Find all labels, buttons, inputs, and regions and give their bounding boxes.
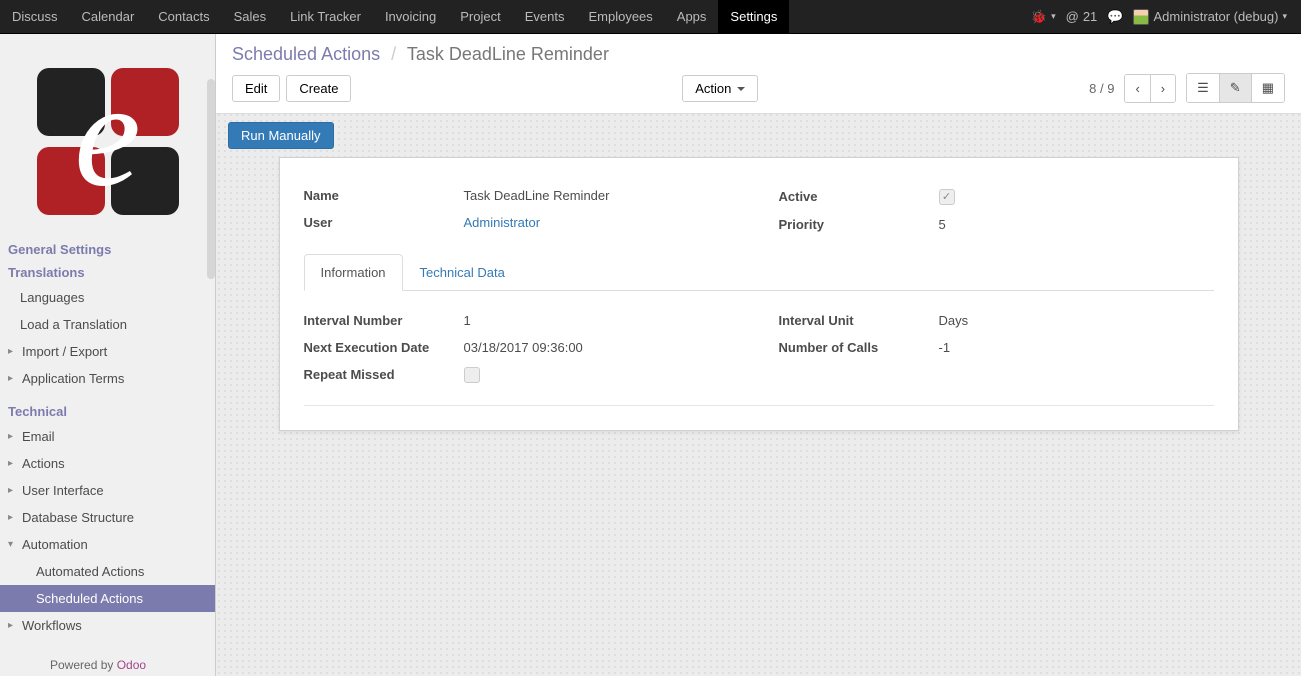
tab-content-information: Interval Number 1 Next Execution Date 03…: [304, 303, 1214, 407]
navbar-right: 🐞 ▾ @ 21 💬 Administrator (debug) ▾: [1031, 0, 1301, 33]
sidebar-scheduled-actions[interactable]: Scheduled Actions: [0, 585, 215, 612]
chevron-right-icon: ▸: [8, 512, 18, 523]
messages-icon[interactable]: @ 21: [1066, 9, 1098, 24]
value-next-execution: 03/18/2017 09:36:00: [464, 340, 739, 355]
chevron-right-icon: ▸: [8, 620, 18, 631]
nav-invoicing[interactable]: Invoicing: [373, 0, 448, 33]
view-list-button[interactable]: ☰: [1187, 74, 1220, 102]
powered-by: Powered by Odoo: [50, 658, 146, 672]
nav-menu: Discuss Calendar Contacts Sales Link Tra…: [0, 0, 789, 33]
value-interval-number: 1: [464, 313, 739, 328]
nav-sales[interactable]: Sales: [222, 0, 279, 33]
sidebar-email[interactable]: ▸Email: [0, 423, 215, 450]
value-user-link[interactable]: Administrator: [464, 215, 541, 230]
messages-count: 21: [1083, 9, 1097, 24]
label-interval-unit: Interval Unit: [779, 313, 939, 328]
nav-employees[interactable]: Employees: [576, 0, 664, 33]
chevron-right-icon: ▸: [8, 458, 18, 469]
nav-discuss[interactable]: Discuss: [0, 0, 70, 33]
user-label: Administrator (debug): [1153, 9, 1278, 24]
conversations-icon[interactable]: 💬: [1107, 9, 1123, 25]
sidebar-load-translation[interactable]: Load a Translation: [0, 311, 215, 338]
nav-events[interactable]: Events: [513, 0, 577, 33]
checkbox-active: ✓: [939, 189, 955, 205]
sidebar-database-structure[interactable]: ▸Database Structure: [0, 504, 215, 531]
nav-calendar[interactable]: Calendar: [70, 0, 147, 33]
label-number-of-calls: Number of Calls: [779, 340, 939, 355]
sidebar-automation[interactable]: ▾Automation: [0, 531, 215, 558]
create-button[interactable]: Create: [286, 75, 351, 102]
sidebar-scrollbar[interactable]: [207, 79, 215, 279]
chevron-right-icon: ▸: [8, 485, 18, 496]
sidebar-actions[interactable]: ▸Actions: [0, 450, 215, 477]
toolbar: Edit Create Action 8 / 9 ‹ › ☰ ✎ ▦: [232, 73, 1285, 113]
form-sheet: Name Task DeadLine Reminder User Adminis…: [279, 157, 1239, 431]
top-navbar: Discuss Calendar Contacts Sales Link Tra…: [0, 0, 1301, 34]
breadcrumb-parent[interactable]: Scheduled Actions: [232, 44, 380, 64]
nav-project[interactable]: Project: [448, 0, 512, 33]
nav-settings[interactable]: Settings: [718, 0, 789, 33]
view-form-button[interactable]: ✎: [1220, 74, 1252, 102]
main-content: Scheduled Actions / Task DeadLine Remind…: [216, 34, 1301, 676]
chevron-right-icon: ▸: [8, 431, 18, 442]
value-number-of-calls: -1: [939, 340, 1214, 355]
sidebar-import-export[interactable]: ▸Import / Export: [0, 338, 215, 365]
sidebar-technical[interactable]: Technical: [0, 400, 215, 423]
sidebar-automated-actions[interactable]: Automated Actions: [0, 558, 215, 585]
label-repeat-missed: Repeat Missed: [304, 367, 464, 382]
tab-technical-data[interactable]: Technical Data: [403, 254, 522, 291]
breadcrumb: Scheduled Actions / Task DeadLine Remind…: [232, 44, 1285, 73]
powered-by-link[interactable]: Odoo: [117, 658, 146, 672]
action-dropdown[interactable]: Action: [682, 75, 758, 102]
chevron-down-icon: ▾: [8, 539, 18, 550]
label-active: Active: [779, 189, 939, 204]
edit-button[interactable]: Edit: [232, 75, 280, 102]
left-sidebar: e General Settings Translations Language…: [0, 34, 216, 676]
value-name: Task DeadLine Reminder: [464, 188, 739, 203]
tab-information[interactable]: Information: [304, 254, 403, 291]
label-priority: Priority: [779, 217, 939, 232]
form-tabs: Information Technical Data: [304, 254, 1214, 291]
user-menu[interactable]: Administrator (debug) ▾: [1133, 9, 1287, 25]
pager-text: 8 / 9: [1089, 81, 1114, 96]
label-interval-number: Interval Number: [304, 313, 464, 328]
app-logo: e: [0, 34, 215, 234]
sidebar-workflows[interactable]: ▸Workflows: [0, 612, 215, 639]
label-next-execution: Next Execution Date: [304, 340, 464, 355]
view-calendar-button[interactable]: ▦: [1252, 74, 1284, 102]
nav-contacts[interactable]: Contacts: [146, 0, 221, 33]
label-user: User: [304, 215, 464, 230]
sidebar-user-interface[interactable]: ▸User Interface: [0, 477, 215, 504]
value-interval-unit: Days: [939, 313, 1214, 328]
breadcrumb-separator: /: [385, 44, 402, 64]
pager-next-button[interactable]: ›: [1151, 75, 1175, 102]
checkbox-repeat-missed: ✓: [464, 367, 480, 383]
run-manually-button[interactable]: Run Manually: [228, 122, 334, 149]
nav-link-tracker[interactable]: Link Tracker: [278, 0, 373, 33]
pager-prev-button[interactable]: ‹: [1125, 75, 1150, 102]
chevron-right-icon: ▸: [8, 373, 18, 384]
value-priority: 5: [939, 217, 1214, 232]
breadcrumb-current: Task DeadLine Reminder: [407, 44, 609, 64]
sidebar-application-terms[interactable]: ▸Application Terms: [0, 365, 215, 392]
sidebar-general-settings[interactable]: General Settings: [0, 238, 215, 261]
sidebar-translations[interactable]: Translations: [0, 261, 215, 284]
avatar-icon: [1133, 9, 1149, 25]
sidebar-languages[interactable]: Languages: [0, 284, 215, 311]
status-bar: Run Manually: [216, 114, 1301, 157]
chevron-right-icon: ▸: [8, 346, 18, 357]
label-name: Name: [304, 188, 464, 203]
nav-apps[interactable]: Apps: [665, 0, 719, 33]
view-header: Scheduled Actions / Task DeadLine Remind…: [216, 34, 1301, 114]
debug-icon[interactable]: 🐞 ▾: [1031, 9, 1056, 25]
